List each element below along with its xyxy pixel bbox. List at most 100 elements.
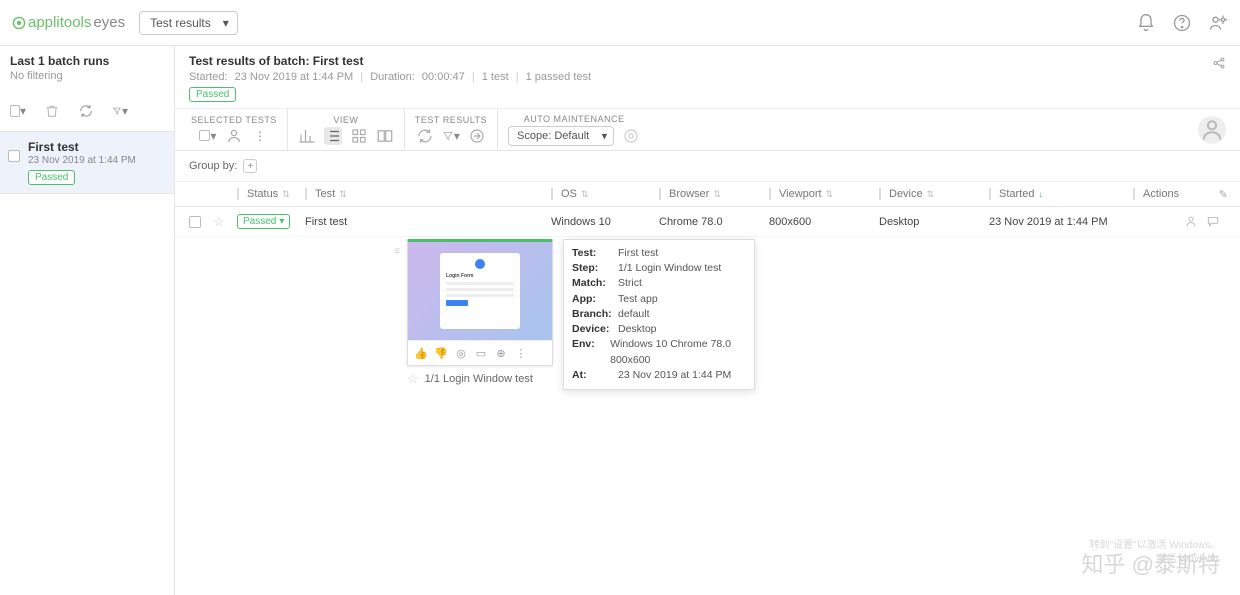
view-list-icon[interactable] — [324, 127, 342, 145]
tt-device: Desktop — [618, 322, 657, 337]
target-icon[interactable]: ◎ — [454, 346, 468, 360]
row-comment-icon[interactable] — [1206, 213, 1220, 230]
main-title: Test results of batch: First test — [189, 54, 1226, 68]
assign-icon[interactable] — [225, 127, 243, 145]
drag-handle-icon[interactable]: ≡ — [394, 246, 400, 257]
table-row[interactable]: ☆ Passed▾ First test Windows 10 Chrome 7… — [175, 207, 1240, 237]
row-expanded: ≡ Login Form 👍 👎 ◎ ▭ ⊕ ⋮ — [175, 237, 1240, 257]
col-device[interactable]: Device⇅ — [879, 188, 989, 200]
step-caption: ☆ 1/1 Login Window test — [407, 371, 533, 387]
view-steps-icon[interactable] — [376, 127, 394, 145]
group-auto-label: AUTO MAINTENANCE — [508, 114, 640, 124]
col-started[interactable]: Started↓ — [989, 188, 1133, 200]
step-tooltip: Test:First test Step:1/1 Login Window te… — [563, 239, 755, 390]
thumbs-down-icon[interactable]: 👎 — [434, 346, 448, 360]
region-icon[interactable]: ▭ — [474, 346, 488, 360]
help-icon[interactable] — [1172, 13, 1192, 33]
view-chart-icon[interactable] — [298, 127, 316, 145]
brand-sub: eyes — [93, 14, 125, 31]
add-group-button[interactable]: + — [243, 159, 257, 173]
tt-step: 1/1 Login Window test — [618, 261, 721, 276]
context-select-label: Test results — [150, 16, 211, 30]
meta-duration-label: Duration: — [370, 71, 415, 83]
col-browser[interactable]: Browser⇅ — [659, 188, 769, 200]
topbar: applitoolseyes Test results ▾ — [0, 0, 1240, 46]
user-avatar[interactable] — [1198, 116, 1226, 144]
col-test[interactable]: Test⇅ — [305, 188, 551, 200]
tool-row: SELECTED TESTS ▾ ⋮ VIEW TEST RESULTS — [175, 109, 1240, 151]
brand-logo: applitoolseyes — [12, 14, 125, 31]
auto-settings-icon[interactable] — [622, 127, 640, 145]
tt-at: 23 Nov 2019 at 1:44 PM — [618, 368, 731, 383]
tt-match: Strict — [618, 276, 642, 291]
row-assign-icon[interactable] — [1184, 213, 1198, 230]
step-caption-text: 1/1 Login Window test — [425, 373, 533, 385]
filter-icon[interactable]: ▾ — [112, 103, 128, 119]
group-view: VIEW — [288, 109, 405, 150]
group-by-label: Group by: — [189, 160, 237, 172]
trash-icon[interactable] — [44, 103, 60, 119]
select-all-checkbox[interactable]: ▾ — [10, 103, 26, 119]
row-checkbox[interactable] — [189, 216, 201, 228]
row-os: Windows 10 — [551, 216, 659, 228]
group-results: TEST RESULTS ▾ — [405, 109, 498, 150]
meta-started: 23 Nov 2019 at 1:44 PM — [235, 71, 354, 83]
main: Test results of batch: First test Starte… — [175, 46, 1240, 595]
tt-test: First test — [618, 246, 658, 261]
meta-duration: 00:00:47 — [422, 71, 465, 83]
sidebar-title: Last 1 batch runs — [10, 54, 164, 68]
chevron-down-icon: ▾ — [279, 216, 284, 227]
zoom-icon[interactable]: ⊕ — [494, 346, 508, 360]
col-os[interactable]: OS⇅ — [551, 188, 659, 200]
row-browser: Chrome 78.0 — [659, 216, 769, 228]
batch-checkbox[interactable] — [8, 150, 20, 162]
select-rows-checkbox[interactable]: ▾ — [199, 127, 217, 145]
group-selected-tests: SELECTED TESTS ▾ ⋮ — [181, 109, 288, 150]
edit-columns-icon[interactable]: ✎ — [1219, 188, 1228, 201]
sidebar-toolbar: ▾ ▾ — [0, 90, 174, 132]
meta-started-label: Started: — [189, 71, 228, 83]
batch-item[interactable]: First test 23 Nov 2019 at 1:44 PM Passed — [0, 132, 174, 194]
row-status-badge[interactable]: Passed▾ — [237, 214, 290, 229]
table-header: Status⇅ Test⇅ OS⇅ Browser⇅ Viewport⇅ Dev… — [175, 182, 1240, 207]
results-diff-icon[interactable] — [468, 127, 486, 145]
thumb-card-title: Login Form — [446, 273, 514, 279]
col-viewport[interactable]: Viewport⇅ — [769, 188, 879, 200]
main-header: Test results of batch: First test Starte… — [175, 46, 1240, 109]
step-star-icon[interactable]: ☆ — [407, 371, 419, 387]
row-started: 23 Nov 2019 at 1:44 PM — [989, 216, 1133, 228]
more-icon[interactable]: ⋮ — [251, 127, 269, 145]
chevron-down-icon: ▾ — [223, 16, 229, 30]
refresh-icon[interactable] — [78, 103, 94, 119]
chevron-down-icon: ▾ — [602, 129, 608, 142]
batch-status-badge: Passed — [28, 170, 75, 185]
col-actions: Actions — [1133, 188, 1226, 200]
main-meta: Started: 23 Nov 2019 at 1:44 PM | Durati… — [189, 71, 1226, 83]
admin-icon[interactable] — [1208, 13, 1228, 33]
meta-passed: 1 passed test — [526, 71, 591, 83]
tt-branch: default — [618, 307, 650, 322]
sidebar-header: Last 1 batch runs No filtering — [0, 46, 174, 84]
row-star-icon[interactable]: ☆ — [213, 214, 225, 229]
results-refresh-icon[interactable] — [416, 127, 434, 145]
view-grid-icon[interactable] — [350, 127, 368, 145]
batch-name: First test — [28, 140, 164, 154]
row-viewport: 800x600 — [769, 216, 879, 228]
share-icon[interactable] — [1212, 56, 1226, 73]
thumb-more-icon[interactable]: ⋮ — [514, 346, 528, 360]
results-filter-icon[interactable]: ▾ — [442, 127, 460, 145]
thumbs-up-icon[interactable]: 👍 — [414, 346, 428, 360]
col-status[interactable]: Status⇅ — [237, 188, 305, 200]
sidebar: Last 1 batch runs No filtering ▾ ▾ First… — [0, 46, 175, 595]
scope-label: Scope: Default — [517, 130, 589, 142]
scope-select[interactable]: Scope: Default ▾ — [508, 126, 614, 146]
logo-icon — [12, 16, 26, 30]
bell-icon[interactable] — [1136, 13, 1156, 33]
thumb-toolbar: 👍 👎 ◎ ▭ ⊕ ⋮ — [408, 340, 552, 365]
tt-env: Windows 10 Chrome 78.0 800x600 — [610, 337, 746, 367]
context-select[interactable]: Test results ▾ — [139, 11, 238, 35]
thumbnail-image: Login Form — [408, 242, 552, 340]
step-thumbnail[interactable]: ≡ Login Form 👍 👎 ◎ ▭ ⊕ ⋮ — [407, 239, 553, 366]
row-device: Desktop — [879, 216, 989, 228]
sidebar-subtitle: No filtering — [10, 70, 164, 82]
